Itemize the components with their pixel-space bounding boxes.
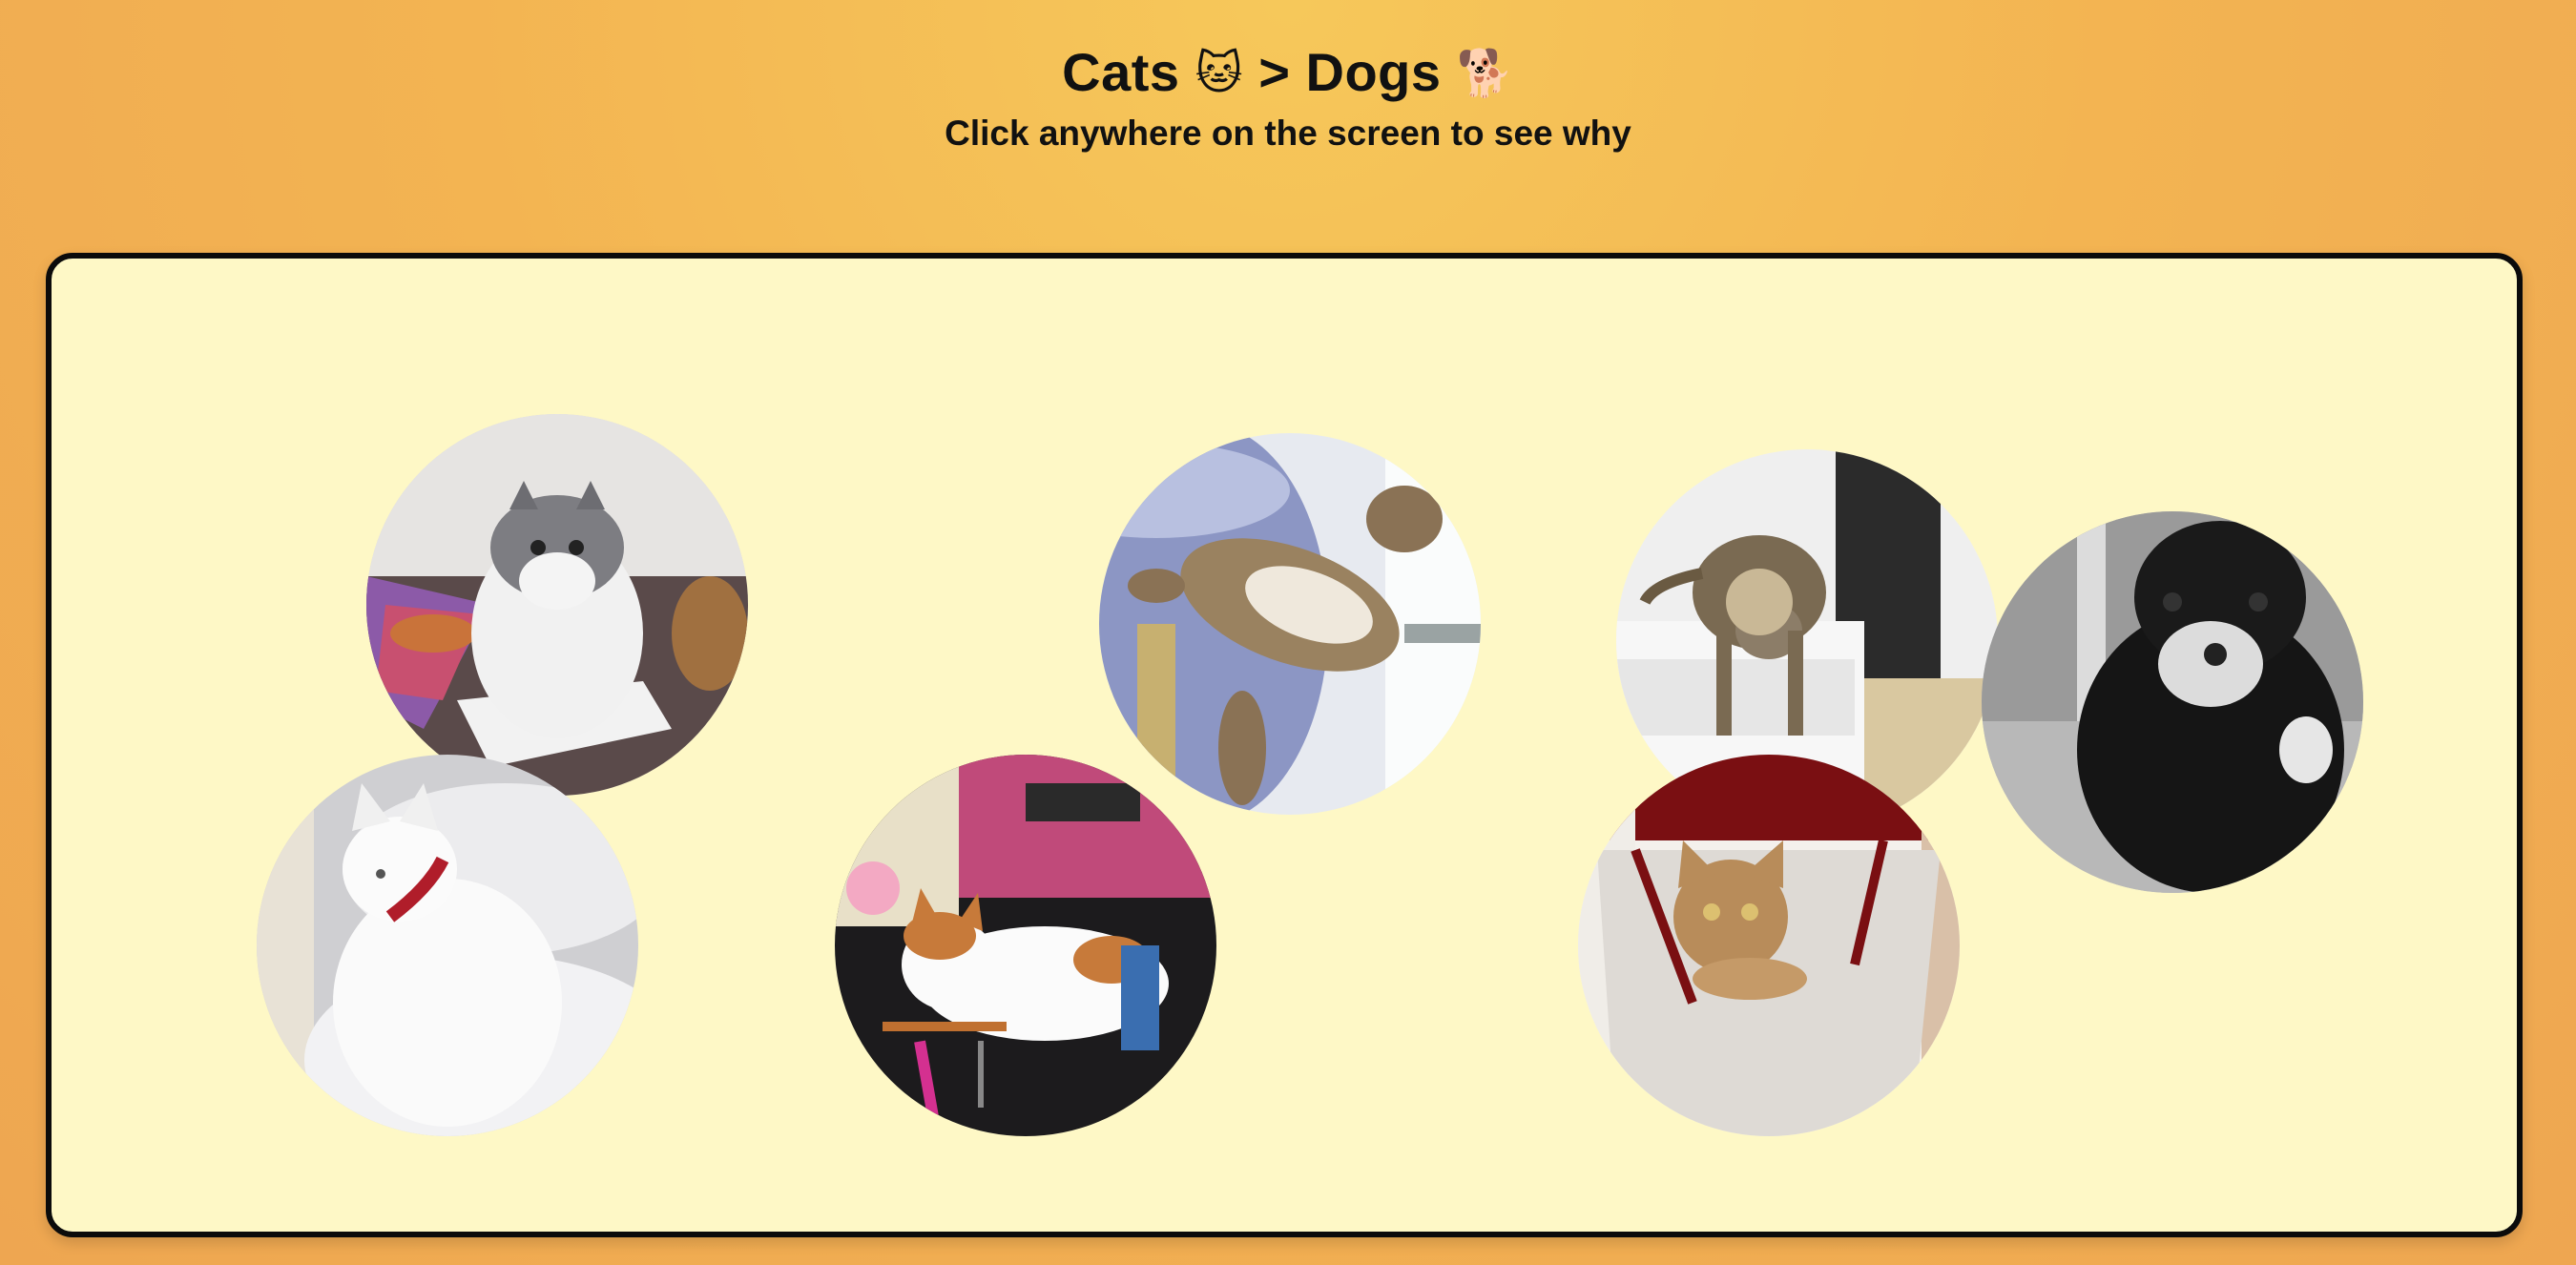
cat-photo-held-tabby[interactable] (1099, 433, 1481, 815)
cat-photo-bw-kitten[interactable] (1982, 511, 2363, 893)
cat-photo-calico-desk[interactable] (835, 755, 1216, 1136)
cat-photo-bw-kitten-image (1982, 511, 2363, 893)
dog-emoji-icon: 🐕 (1456, 49, 1514, 99)
cat-photo-white-collar[interactable] (257, 755, 638, 1136)
cat-photo-hammock-tabby[interactable] (1578, 755, 1960, 1136)
cat-photo-fluffy-grey[interactable] (366, 414, 748, 796)
page-subtitle: Click anywhere on the screen to see why (945, 114, 1631, 153)
cat-board[interactable] (46, 253, 2523, 1237)
title-cats: Cats (1062, 42, 1180, 102)
cat-emoji-icon: 🐱 (1195, 49, 1244, 99)
cat-photo-white-collar-image (257, 755, 638, 1136)
title-dogs: > Dogs (1258, 42, 1442, 102)
page-title: Cats 🐱 > Dogs 🐕 (0, 38, 2576, 109)
cat-photo-held-tabby-image (1099, 433, 1481, 815)
cat-photo-fluffy-grey-image (366, 414, 748, 796)
cat-photo-calico-desk-image (835, 755, 1216, 1136)
cat-photo-hammock-tabby-image (1578, 755, 1960, 1136)
